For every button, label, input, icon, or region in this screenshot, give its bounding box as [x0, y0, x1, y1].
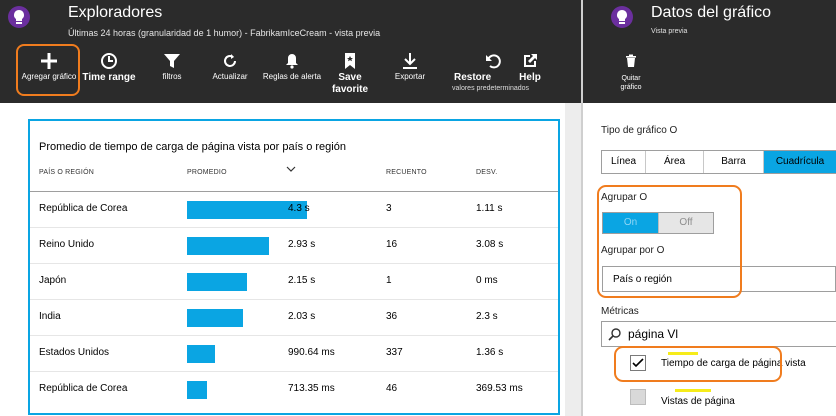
stddev-cell: 3.08 s [476, 239, 504, 250]
match-highlight-mark [675, 389, 711, 392]
stddev-cell: 1.11 s [476, 203, 503, 214]
alert-rules-button[interactable]: Reglas de alerta [262, 48, 322, 100]
filter-icon [164, 54, 180, 68]
refresh-button[interactable]: Actualizar [208, 48, 252, 100]
chart-data-subtitle: Vista previa [651, 28, 688, 35]
clock-icon [101, 53, 117, 69]
stddev-cell: 369.53 ms [476, 383, 523, 394]
time-range-button[interactable]: Time range [82, 48, 136, 100]
table-row[interactable]: República de Corea 4.3 s 3 1.11 s [30, 192, 558, 228]
country-cell: República de Corea [39, 383, 128, 394]
average-cell: 2.03 s [288, 311, 316, 322]
group-settings-highlight [597, 185, 742, 298]
table-row[interactable]: India 2.03 s 36 2.3 s [30, 300, 558, 336]
help-button[interactable]: Help [512, 48, 548, 100]
average-bar [187, 309, 243, 327]
average-bar [187, 273, 247, 291]
help-label: Help [519, 72, 541, 83]
app-insights-bulb-icon [8, 6, 30, 28]
chart-data-header: Datos del gráfico Vista previa Quitar gr… [583, 0, 836, 103]
explorer-header: Exploradores Últimas 24 horas (granulari… [0, 0, 581, 103]
bell-icon [286, 54, 298, 69]
column-header-country[interactable]: PAÍS O REGIÓN [39, 169, 94, 176]
count-cell: 16 [386, 239, 398, 250]
average-cell: 990.64 ms [288, 347, 335, 358]
table-row[interactable]: Japón 2.15 s 1 0 ms [30, 264, 558, 300]
chart-type-area[interactable]: Área [646, 151, 704, 173]
column-header-count[interactable]: RECUENTO [386, 169, 427, 176]
metrics-search-input[interactable]: página Vl [601, 321, 836, 347]
country-cell: Japón [39, 275, 67, 286]
average-bar [187, 381, 207, 399]
metric-label-page-views[interactable]: Vistas de página [661, 396, 735, 407]
grid-chart-title: Promedio de tiempo de carga de página vi… [39, 141, 346, 153]
table-row[interactable]: República de Corea 713.35 ms 46 369.53 m… [30, 372, 558, 408]
count-cell: 36 [386, 311, 398, 322]
average-cell: 2.93 s [288, 239, 316, 250]
chart-type-line[interactable]: Línea [602, 151, 646, 173]
save-favorite-label-1: Save [338, 72, 362, 83]
explorer-subtitle: Últimas 24 horas (granularidad de 1 humo… [68, 28, 381, 38]
country-cell: India [39, 311, 61, 322]
export-label: Exportar [394, 72, 426, 81]
country-cell: Reino Unido [39, 239, 95, 250]
country-cell: República de Corea [39, 203, 128, 214]
external-link-icon [524, 54, 537, 67]
filters-label: filtros [162, 72, 182, 81]
count-cell: 1 [386, 275, 392, 286]
chart-type-grid[interactable]: Cuadrícula [764, 151, 836, 173]
table-row[interactable]: Estados Unidos 990.64 ms 337 1.36 s [30, 336, 558, 372]
average-bar [187, 345, 215, 363]
explorer-title: Exploradores [68, 4, 163, 21]
stddev-cell: 0 ms [476, 275, 498, 286]
chart-data-panel: Tipo de gráfico O Línea Área Barra Cuadr… [583, 103, 836, 416]
column-header-average[interactable]: PROMEDIO [187, 169, 227, 176]
chart-data-title: Datos del gráfico [651, 4, 772, 21]
export-button[interactable]: Exportar [388, 48, 432, 100]
average-cell: 4.3 s [288, 203, 310, 214]
metric-highlight [614, 346, 782, 382]
grid-chart[interactable]: Promedio de tiempo de carga de página vi… [28, 119, 560, 415]
average-bar [187, 237, 269, 255]
chart-type-selector: Línea Área Barra Cuadrícula [601, 150, 836, 174]
remove-chart-label-2: gráfico [620, 84, 642, 91]
chart-type-label: Tipo de gráfico O [601, 125, 678, 136]
search-icon [608, 328, 621, 341]
filters-button[interactable]: filtros [150, 48, 194, 100]
app-root: Exploradores Últimas 24 horas (granulari… [0, 0, 836, 416]
chart-area: Promedio de tiempo de carga de página vi… [0, 103, 581, 416]
table-row[interactable]: Reino Unido 2.93 s 16 3.08 s [30, 228, 558, 264]
sort-chevron-icon[interactable] [286, 165, 296, 173]
remove-chart-button[interactable]: Quitar gráfico [611, 50, 651, 92]
chart-data-bulb-icon [611, 6, 633, 28]
column-header-stddev[interactable]: DESV. [476, 169, 497, 176]
save-favorite-button[interactable]: Save favorite [326, 48, 374, 100]
average-cell: 713.35 ms [288, 383, 335, 394]
average-cell: 2.15 s [288, 275, 316, 286]
count-cell: 3 [386, 203, 392, 214]
download-icon [403, 53, 417, 69]
refresh-label: Actualizar [212, 72, 248, 81]
stddev-cell: 1.36 s [476, 347, 504, 358]
undo-icon [486, 54, 501, 69]
metric-checkbox-page-views[interactable] [630, 389, 646, 405]
remove-chart-label-1: Quitar [621, 75, 641, 82]
refresh-icon [224, 54, 236, 67]
blade-gutter [565, 103, 581, 416]
add-chart-highlight [16, 44, 80, 96]
trash-icon [626, 54, 636, 67]
save-favorite-label-2: favorite [331, 84, 369, 95]
count-cell: 46 [386, 383, 398, 394]
alert-rules-label: Reglas de alerta [262, 72, 322, 81]
time-range-label: Time range [82, 72, 136, 83]
country-cell: Estados Unidos [39, 347, 110, 358]
metrics-search-value: página Vl [628, 327, 679, 341]
stddev-cell: 2.3 s [476, 311, 498, 322]
bookmark-star-icon [345, 53, 355, 69]
count-cell: 337 [386, 347, 403, 358]
chart-type-bar[interactable]: Barra [704, 151, 764, 173]
metrics-label: Métricas [601, 306, 639, 317]
